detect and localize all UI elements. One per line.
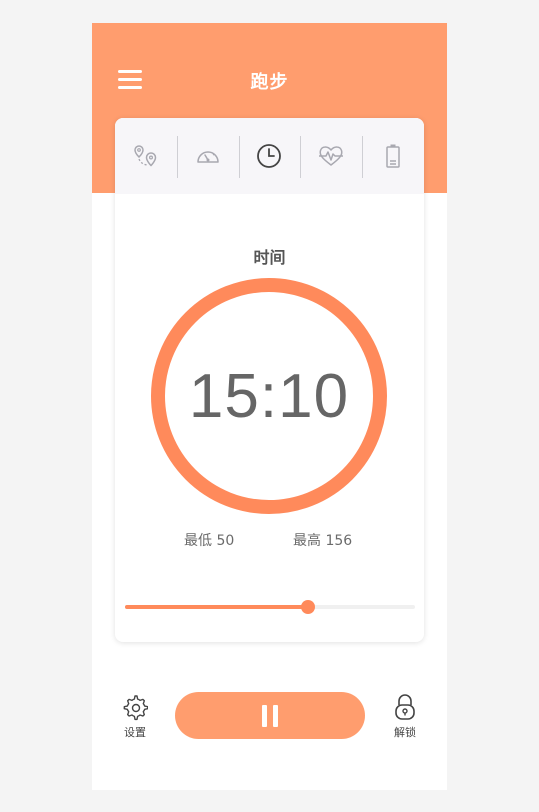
speedometer-icon: [196, 151, 219, 163]
settings-label: 设置: [124, 726, 146, 739]
max-value: 最高 156: [293, 533, 353, 549]
slider-handle[interactable]: [300, 600, 315, 614]
tab-heart-rate[interactable]: [300, 118, 362, 194]
tab-battery[interactable]: [362, 118, 424, 194]
slider-fill: [125, 605, 308, 609]
pause-icon: [262, 704, 267, 727]
min-value: 最低 50: [184, 533, 235, 549]
unlock-label: 解锁: [394, 726, 416, 739]
unlock-button[interactable]: 解锁: [380, 693, 430, 740]
metric-label: 时间: [253, 248, 286, 267]
elapsed-time: 15:10: [188, 361, 350, 431]
clock-icon: [257, 144, 282, 168]
heart-pulse-icon: [319, 146, 344, 166]
pause-button[interactable]: [175, 692, 365, 739]
settings-button[interactable]: 设置: [110, 693, 160, 740]
route-pin-icon: [134, 145, 157, 167]
main-card: 时间 15:10 最低 50 最高 156: [115, 118, 424, 642]
lock-icon: [395, 694, 415, 720]
progress-slider[interactable]: [125, 600, 415, 614]
page-title: 跑步: [250, 72, 289, 93]
gear-icon: [123, 695, 148, 721]
tab-speed[interactable]: [176, 118, 239, 194]
battery-icon: [386, 144, 400, 168]
tab-route[interactable]: [115, 118, 177, 194]
phone-screen: 跑步 时间 15:10 最低 50 最高 156 设置 解锁: [92, 23, 447, 790]
tab-time[interactable]: [238, 118, 301, 194]
metric-tabs: [115, 118, 424, 194]
